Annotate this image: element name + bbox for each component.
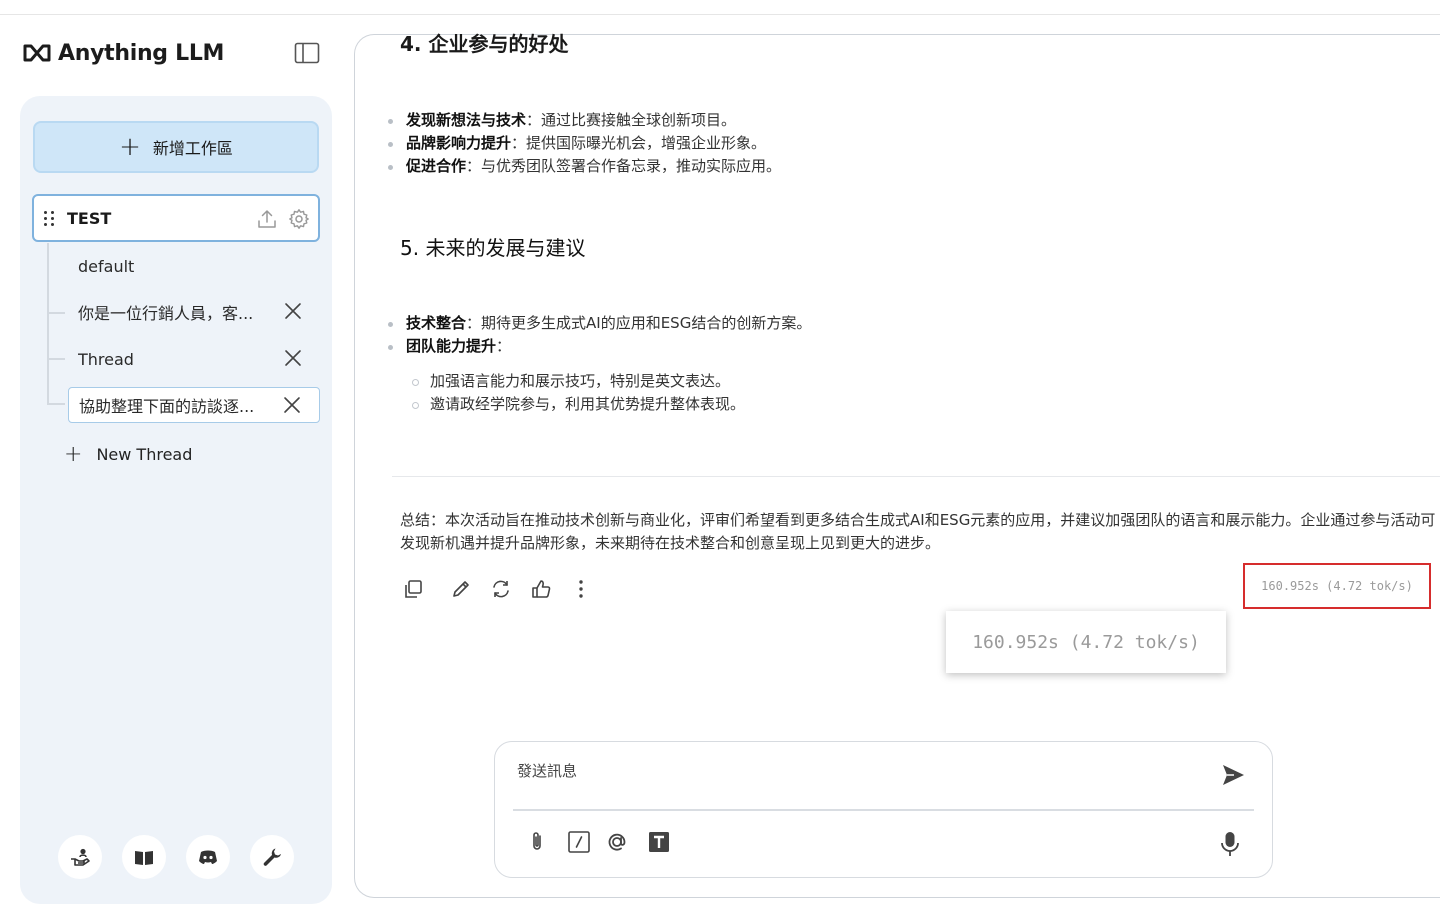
thread-label: 協助整理下面的訪談逐...: [79, 397, 255, 416]
app-logo: Anything LLM: [22, 38, 224, 68]
plus-icon: +: [64, 441, 83, 467]
thread-tree-branch: [47, 312, 65, 314]
new-workspace-button[interactable]: + 新增工作區: [33, 121, 319, 173]
regenerate-icon[interactable]: [490, 578, 512, 600]
workspace-item-test[interactable]: TEST: [32, 194, 320, 242]
settings-wrench-icon: [263, 848, 281, 866]
text-format-icon[interactable]: [647, 830, 671, 854]
upload-icon[interactable]: [256, 208, 278, 230]
list-item: 品牌影响力提升：提供国际曝光机会，增强企业形象。: [388, 132, 781, 155]
list-item: 发现新想法与技术：通过比赛接触全球创新项目。: [388, 109, 781, 132]
close-icon[interactable]: [284, 349, 302, 367]
thread-label: Thread: [78, 349, 134, 369]
section-5-list: 技术整合：期待更多生成式AI的应用和ESG结合的创新方案。 团队能力提升：: [388, 312, 811, 358]
edit-pencil-icon[interactable]: [450, 578, 472, 600]
new-workspace-label: 新增工作區: [152, 139, 233, 158]
new-thread-label: New Thread: [96, 444, 193, 464]
response-metrics: 160.952s (4.72 tok/s): [1243, 563, 1431, 609]
gear-icon[interactable]: [288, 208, 310, 230]
thread-tree-branch: [47, 403, 65, 405]
thread-item-default[interactable]: default: [68, 248, 320, 284]
microphone-icon[interactable]: [1218, 830, 1242, 858]
section-5-heading: 5. 未来的发展与建议: [400, 236, 586, 260]
thread-item-interview-active[interactable]: 協助整理下面的訪談逐...: [68, 387, 320, 423]
thread-item-marketing[interactable]: 你是一位行銷人員，客...: [68, 294, 320, 330]
copy-icon[interactable]: [402, 578, 424, 600]
list-item: 促进合作：与优秀团队签署合作备忘录，推动实际应用。: [388, 155, 781, 178]
plus-icon: +: [119, 132, 141, 162]
thread-tree-branch: [47, 358, 65, 360]
section-5-sublist: 加强语言能力和展示技巧，特别是英文表达。 邀请政经学院参与，利用其优势提升整体表…: [410, 370, 745, 416]
thread-item-thread[interactable]: Thread: [68, 341, 320, 377]
top-divider: [0, 0, 1440, 15]
composer-divider: [513, 809, 1254, 811]
discord-icon: [199, 850, 217, 864]
thread-label: default: [78, 256, 135, 276]
community-icon: [71, 848, 90, 866]
send-icon[interactable]: [1220, 762, 1246, 788]
workspace-name: TEST: [67, 208, 112, 228]
list-item: 加强语言能力和展示技巧，特别是英文表达。: [410, 370, 745, 393]
list-item: 技术整合：期待更多生成式AI的应用和ESG结合的创新方案。: [388, 312, 811, 335]
community-button[interactable]: [58, 835, 102, 879]
section-4-list: 发现新想法与技术：通过比赛接触全球创新项目。 品牌影响力提升：提供国际曝光机会，…: [388, 109, 781, 178]
discord-button[interactable]: [186, 835, 230, 879]
message-composer: 發送訊息: [494, 741, 1273, 878]
attachment-paperclip-icon[interactable]: [525, 830, 549, 854]
brand-name: Anything LLM: [58, 40, 225, 66]
message-divider: [392, 476, 1440, 477]
drag-handle-icon[interactable]: [44, 210, 55, 226]
response-metrics-zoom: 160.952s (4.72 tok/s): [946, 611, 1226, 673]
slash-command-icon[interactable]: [567, 830, 591, 854]
close-icon[interactable]: [283, 396, 301, 414]
thread-label: 你是一位行銷人員，客...: [78, 304, 254, 323]
section-4-heading: 4. 企业参与的好处: [400, 32, 569, 56]
summary-text: 总结：本次活动旨在推动技术创新与商业化，评审们希望看到更多结合生成式AI和ESG…: [400, 511, 1436, 552]
sidebar-toggle-icon[interactable]: [294, 42, 320, 64]
at-mention-icon[interactable]: [605, 830, 629, 854]
thread-tree-line: [47, 243, 49, 403]
list-item: 邀请政经学院参与，利用其优势提升整体表现。: [410, 393, 745, 416]
docs-book-icon: [135, 851, 153, 865]
more-options-icon[interactable]: [570, 578, 592, 600]
settings-button[interactable]: [250, 835, 294, 879]
close-icon[interactable]: [284, 302, 302, 320]
anything-llm-logo-icon: [23, 44, 51, 62]
new-thread-button[interactable]: + New Thread: [64, 438, 192, 470]
thumbs-up-icon[interactable]: [530, 578, 552, 600]
message-input[interactable]: 發送訊息: [517, 760, 577, 781]
docs-button[interactable]: [122, 835, 166, 879]
list-item: 团队能力提升：: [388, 335, 811, 358]
